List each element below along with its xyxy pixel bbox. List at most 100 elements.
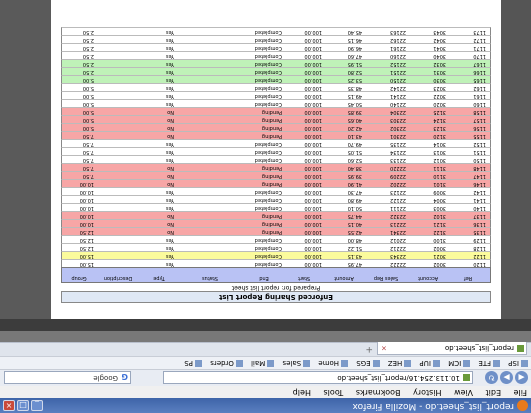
table-row: 1148 3111 22220 38.40 100.00 Pending No 7.50 bbox=[61, 163, 491, 171]
table-cell: Yes bbox=[165, 149, 174, 155]
table-row: 1150 3012 22133 52.60 100.00 Completed Yes 7.50 bbox=[61, 155, 491, 163]
new-tab-button[interactable]: + bbox=[365, 344, 373, 354]
table-cell: 12.50 bbox=[79, 237, 94, 243]
bookmark-icon bbox=[404, 360, 412, 367]
table-cell: 100.00 bbox=[304, 197, 323, 203]
table-cell: 38.40 bbox=[347, 165, 362, 171]
table-cell: Yes bbox=[165, 205, 174, 211]
table-cell: 3013 bbox=[433, 149, 446, 155]
menu-file[interactable]: File bbox=[514, 388, 527, 397]
menu-history[interactable]: History bbox=[413, 388, 441, 397]
bookmark-item[interactable]: Mail bbox=[251, 356, 275, 369]
reload-button[interactable]: ↻ bbox=[485, 371, 498, 384]
table-cell: 100.00 bbox=[304, 69, 323, 75]
table-cell: Completed bbox=[254, 149, 282, 155]
table-row: 1167 3032 22152 51.95 100.00 Completed Yes 2.50 bbox=[61, 59, 491, 67]
rotated-screen: report_list_sheet.do - Mozilla Firefox _… bbox=[0, 0, 531, 413]
table-cell: 10.00 bbox=[79, 181, 94, 187]
back-button[interactable]: ◀ bbox=[515, 371, 528, 384]
table-cell: 3100 bbox=[433, 237, 446, 243]
table-cell: Completed bbox=[254, 189, 282, 195]
bookmark-item[interactable]: Home bbox=[318, 356, 349, 369]
column-header: Account bbox=[417, 275, 439, 281]
maximize-button[interactable]: □ bbox=[17, 400, 29, 411]
bookmark-item[interactable]: HEZ bbox=[388, 356, 412, 369]
table-cell: 22209 bbox=[390, 173, 406, 179]
table-cell: 7.50 bbox=[82, 149, 94, 155]
table-cell: 100.00 bbox=[304, 221, 323, 227]
table-cell: 12.50 bbox=[79, 229, 94, 235]
table-cell: 22304 bbox=[390, 109, 406, 115]
table-cell: Pending bbox=[262, 213, 282, 219]
address-bar[interactable]: 10.113.254.16/report_list_sheet.do bbox=[163, 371, 473, 384]
table-cell: 3002 bbox=[433, 261, 446, 267]
firefox-icon bbox=[517, 400, 528, 411]
table-cell: 42.55 bbox=[347, 229, 362, 235]
bookmark-item[interactable]: ISP bbox=[508, 356, 528, 369]
table-row: 1152 3014 22135 49.70 100.00 Completed Yes 7.50 bbox=[61, 139, 491, 147]
table-cell: 49.15 bbox=[347, 93, 362, 99]
bookmark-item[interactable]: ICM bbox=[448, 356, 471, 369]
table-cell: 3031 bbox=[433, 69, 446, 75]
table-cell: Yes bbox=[165, 69, 174, 75]
bookmark-item[interactable]: PS bbox=[184, 356, 203, 369]
bookmark-icon bbox=[493, 360, 501, 367]
table-row: 1156 3123 22302 42.20 100.00 Pending No 5.00 bbox=[61, 123, 491, 131]
table-row: 1172 3042 22162 46.15 100.00 Completed Yes 2.50 bbox=[61, 35, 491, 43]
search-box[interactable]: G Google bbox=[4, 371, 131, 384]
menu-help[interactable]: Help bbox=[293, 388, 311, 397]
table-cell: 1128 bbox=[473, 245, 486, 251]
table-cell: 42.20 bbox=[347, 125, 362, 131]
table-cell: 1155 bbox=[473, 133, 486, 139]
table-cell: 100.00 bbox=[304, 173, 323, 179]
close-tab-icon[interactable]: × bbox=[381, 342, 387, 354]
table-cell: Pending bbox=[262, 221, 282, 227]
tab-report[interactable]: report_list_sheet.do × bbox=[377, 342, 527, 355]
menu-bookmarks[interactable]: Bookmarks bbox=[356, 388, 401, 397]
bookmark-item[interactable]: EGS bbox=[356, 356, 380, 369]
table-cell: 1158 bbox=[473, 109, 486, 115]
close-button[interactable]: × bbox=[3, 400, 15, 411]
menu-tools[interactable]: Tools bbox=[324, 388, 344, 397]
bookmark-label: ISP bbox=[508, 359, 519, 367]
table-cell: Completed bbox=[254, 93, 282, 99]
bookmark-item[interactable]: Sales bbox=[283, 356, 311, 369]
table-cell: 22302 bbox=[390, 125, 406, 131]
table-row: 1162 3023 22142 48.35 100.00 Completed Yes 5.00 bbox=[61, 83, 491, 91]
table-cell: Yes bbox=[165, 261, 174, 267]
table-cell: 22122 bbox=[390, 197, 406, 203]
google-icon: G bbox=[121, 372, 128, 381]
table-cell: 1135 bbox=[473, 229, 486, 235]
window-title: report_list_sheet.do - Mozilla Firefox bbox=[352, 401, 514, 411]
bookmark-item[interactable]: Orders bbox=[210, 356, 243, 369]
tab-bar: report_list_sheet.do × + bbox=[0, 342, 531, 356]
table-row: 1147 3110 22209 39.95 100.00 Pending No 7.50 bbox=[61, 171, 491, 179]
bookmark-icon bbox=[432, 360, 440, 367]
document-viewer[interactable]: Enforced Sharing Report List Prepared fo… bbox=[0, 0, 531, 319]
bookmark-item[interactable]: IUP bbox=[420, 356, 440, 369]
table-row: 1129 3100 22012 48.00 100.00 Completed Yes 12.5… bbox=[61, 235, 491, 243]
title-bar: report_list_sheet.do - Mozilla Firefox _… bbox=[0, 398, 531, 413]
table-cell: 22111 bbox=[390, 205, 406, 211]
table-cell: 5.00 bbox=[82, 93, 94, 99]
table-cell: 49.80 bbox=[347, 197, 362, 203]
table-cell: Completed bbox=[254, 29, 282, 35]
table-cell: 100.00 bbox=[304, 229, 323, 235]
forward-button[interactable]: ▶ bbox=[500, 371, 513, 384]
menu-edit[interactable]: Edit bbox=[486, 388, 502, 397]
table-cell: Yes bbox=[165, 77, 174, 83]
table-cell: 22212 bbox=[390, 245, 406, 251]
menu-view[interactable]: View bbox=[454, 388, 473, 397]
minimize-button[interactable]: _ bbox=[31, 400, 43, 411]
bookmark-item[interactable]: FTE bbox=[478, 356, 501, 369]
table-cell: 50.45 bbox=[347, 101, 362, 107]
table-cell: 3040 bbox=[433, 53, 446, 59]
table-row: 1140 3003 22111 50.10 100.00 Completed Yes 10.0… bbox=[61, 203, 491, 211]
table-cell: Completed bbox=[254, 37, 282, 43]
table-cell: 1171 bbox=[473, 45, 486, 51]
table-cell: 100.00 bbox=[304, 149, 323, 155]
table-cell: No bbox=[167, 165, 174, 171]
column-header: Ref bbox=[463, 275, 473, 281]
table-cell: 100.00 bbox=[304, 45, 323, 51]
table-cell: 46.90 bbox=[347, 45, 362, 51]
